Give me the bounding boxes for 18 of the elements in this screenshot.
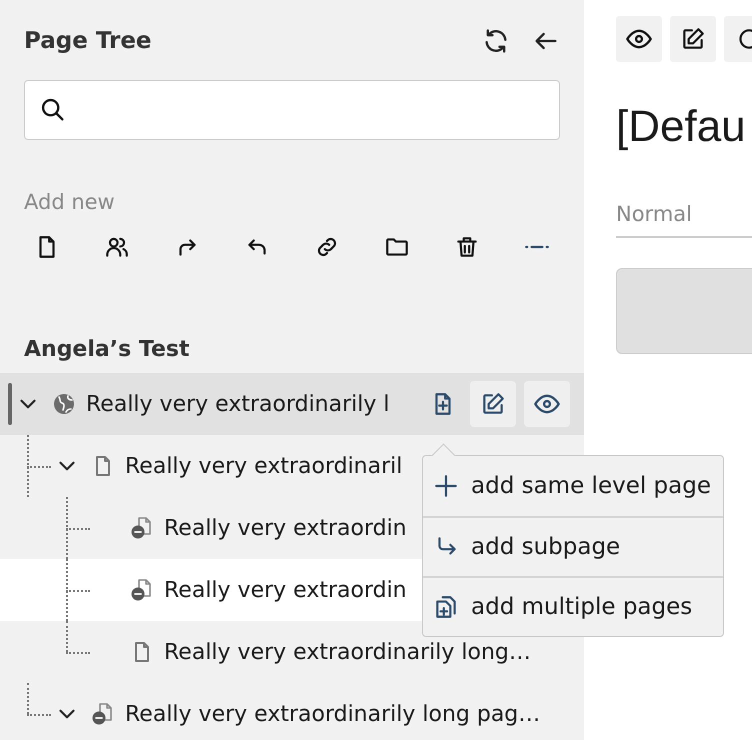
search-field[interactable]	[24, 80, 560, 140]
plus-icon	[433, 473, 459, 499]
edit-button[interactable]	[470, 381, 516, 427]
globe-icon	[52, 392, 76, 416]
tree-item[interactable]: Really very extraordinarily long pag…	[0, 683, 584, 740]
site-title: Angela’s Test	[24, 337, 190, 364]
hidden-page-icon	[130, 578, 154, 602]
menu-item[interactable]: add subpage	[423, 516, 723, 576]
section-label: Add new	[24, 190, 116, 214]
hidden-page-icon	[130, 516, 154, 540]
view-button[interactable]	[524, 381, 570, 427]
view-button[interactable]	[616, 16, 662, 62]
hidden-page-icon	[91, 702, 115, 726]
menu-item[interactable]: add same level page	[423, 456, 723, 516]
page-title: [Defau	[616, 102, 747, 152]
tree-item[interactable]: Really very extraordinarily l	[0, 373, 584, 435]
edit-button[interactable]	[670, 16, 716, 62]
panel-title: Page Tree	[24, 28, 153, 54]
